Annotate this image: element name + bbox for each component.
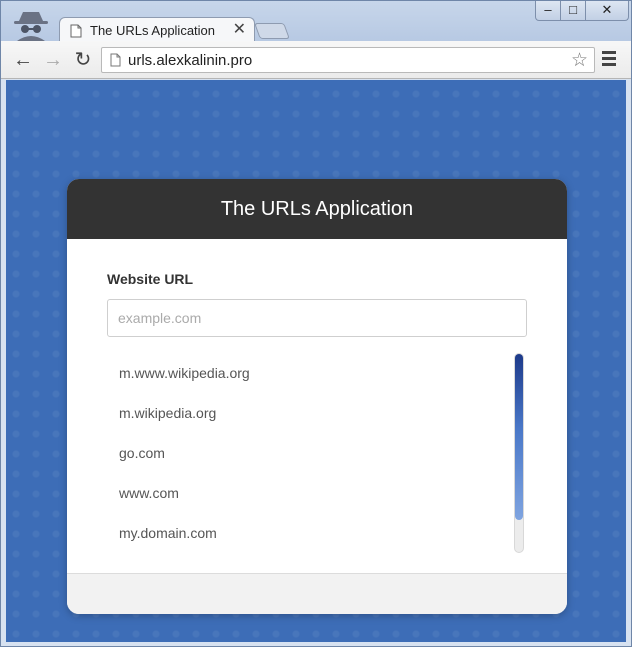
tab-title: The URLs Application	[90, 23, 216, 38]
star-icon[interactable]: ☆	[571, 49, 588, 72]
page-icon	[110, 53, 121, 67]
browser-tab[interactable]: The URLs Application ✕	[59, 17, 255, 43]
minimize-button[interactable]: –	[535, 1, 561, 21]
reload-icon[interactable]: ↻	[71, 48, 95, 72]
incognito-icon	[14, 12, 48, 41]
url-list-item[interactable]: m.wikipedia.org	[107, 393, 507, 433]
minimize-icon: –	[544, 2, 552, 17]
address-text: urls.alexkalinin.pro	[128, 52, 253, 69]
url-list-item[interactable]: m.www.wikipedia.org	[107, 353, 507, 393]
maximize-icon: □	[569, 2, 577, 17]
app-title: The URLs Application	[220, 197, 414, 220]
app-card: The URLs Application Website URL m.www.w…	[67, 179, 567, 614]
url-list-item[interactable]: go.com	[107, 433, 507, 473]
browser-toolbar: ← → ↻ urls.alexkalinin.pro ☆	[1, 41, 631, 79]
url-list-item[interactable]: my.domain.com	[107, 513, 507, 553]
website-url-label: Website URL	[107, 271, 194, 287]
url-list: m.www.wikipedia.org m.wikipedia.org go.c…	[107, 353, 507, 553]
address-bar[interactable]: urls.alexkalinin.pro ☆	[101, 47, 595, 73]
title-bar: The URLs Application ✕ – □ ✕	[1, 1, 631, 43]
page-icon	[70, 24, 82, 38]
back-arrow-icon[interactable]: ←	[11, 48, 35, 72]
url-list-scrollbar[interactable]	[514, 353, 524, 553]
website-url-input[interactable]	[107, 299, 527, 337]
card-footer	[67, 573, 567, 614]
browser-window: The URLs Application ✕ – □ ✕ ← → ↻ urls.…	[0, 0, 632, 647]
url-list-item[interactable]: www.com	[107, 473, 507, 513]
card-header: The URLs Application	[67, 179, 567, 239]
tab-close-icon[interactable]: ✕	[233, 21, 246, 39]
maximize-button[interactable]: □	[560, 1, 586, 21]
close-window-button[interactable]: ✕	[585, 1, 629, 21]
page-viewport: The URLs Application Website URL m.www.w…	[6, 80, 626, 642]
new-tab-button[interactable]	[254, 23, 290, 39]
hamburger-menu-icon[interactable]	[602, 51, 616, 69]
scrollbar-thumb[interactable]	[515, 354, 523, 520]
close-icon: ✕	[601, 2, 613, 17]
card-body: Website URL m.www.wikipedia.org m.wikipe…	[67, 239, 567, 573]
forward-arrow-icon[interactable]: →	[41, 48, 65, 72]
